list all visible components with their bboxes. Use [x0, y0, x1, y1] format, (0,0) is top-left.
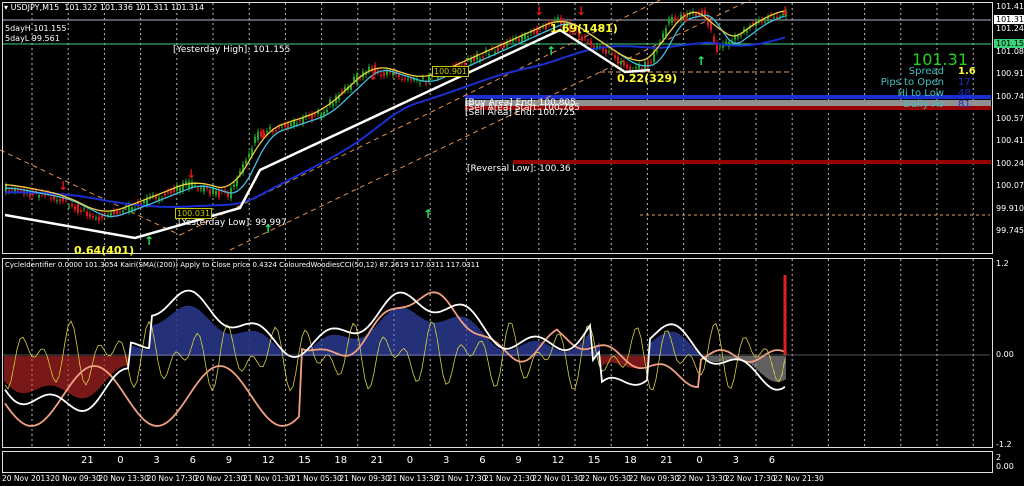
- reversal-low-label: [Reversal Low]: 100.36: [467, 164, 571, 174]
- swing-label-3: 0.22(329): [617, 72, 678, 85]
- date-label: 21 Nov 17:30: [435, 474, 487, 483]
- daily-av-value: 81: [958, 99, 971, 110]
- price-box-2: 100.901: [432, 66, 470, 77]
- price-tick: 100.575: [996, 114, 1024, 123]
- hour-label: 9: [515, 455, 522, 466]
- yesterday-low-label: [Yesterday Low]: 99.997: [178, 218, 287, 228]
- pips-to-open-label: Pips to Open: [880, 77, 944, 88]
- date-label: 22 Nov 21:30: [773, 474, 824, 483]
- hour-label: 9: [225, 455, 233, 466]
- price-tick: 101.410: [996, 2, 1024, 11]
- main-chart-pane[interactable]: [2, 2, 993, 254]
- date-label: 21 Nov 09:30: [339, 474, 390, 483]
- five-day-high: 5dayH 101.155: [5, 24, 67, 33]
- hour-label: 3: [732, 455, 739, 466]
- hour-label: 12: [262, 455, 275, 466]
- hour-label: 21: [660, 455, 673, 466]
- date-label: 22 Nov 13:30: [676, 474, 728, 483]
- price-tick: 101.080: [996, 46, 1024, 56]
- price-tick: 99.745: [996, 226, 1024, 235]
- symbol-label: USDJPY,M15: [10, 3, 60, 12]
- date-label: 22 Nov 09:30: [628, 474, 680, 483]
- swing-label-2: 1.69(1481): [550, 22, 618, 35]
- hour-label: 18: [624, 455, 637, 466]
- hour-label: 3: [153, 455, 160, 466]
- hour-label: 6: [479, 455, 486, 466]
- hour-label: 15: [587, 455, 601, 466]
- hour-label: 21: [81, 455, 94, 466]
- date-label: 20 Nov 17:30: [146, 474, 198, 483]
- price-tick: 100.745: [996, 91, 1024, 101]
- hi-to-low-value: 48: [958, 88, 971, 99]
- date-label: 20 Nov 2013: [2, 474, 51, 483]
- price-tick: 100.910: [996, 69, 1024, 79]
- spread-label: Spread: [908, 66, 944, 77]
- price-box-1: 100.031: [175, 208, 213, 219]
- hour-label: 3: [443, 455, 450, 466]
- hi-to-low-label: Hi to Low: [897, 88, 944, 99]
- chart-title: ▾ USDJPY,M15 101.322 101.336 101.311 101…: [4, 3, 205, 12]
- date-label: 22 Nov 05:30: [580, 474, 631, 483]
- date-label: 20 Nov 21:30: [194, 474, 246, 483]
- date-label: 22 Nov 17:30: [725, 474, 776, 483]
- date-label: 20 Nov 09:30: [50, 474, 101, 483]
- date-label: 21 Nov 21:30: [484, 474, 535, 483]
- date-label: 21 Nov 13:30: [387, 474, 439, 483]
- hour-label: 0: [406, 455, 414, 466]
- date-label: 22 Nov 01:30: [532, 474, 583, 483]
- hour-label: 15: [298, 455, 311, 466]
- indicator-pane[interactable]: [2, 258, 993, 448]
- price-tick: 100.075: [996, 181, 1024, 191]
- date-label: 21 Nov 05:30: [291, 474, 342, 483]
- daily-av-label: Daily Av: [903, 99, 944, 110]
- price-tick: 101.245: [996, 24, 1024, 34]
- hour-scale: [2, 451, 993, 473]
- price-tick: 100.410: [996, 136, 1024, 146]
- hour-label: 6: [768, 455, 776, 466]
- indicator-tick-bottom: -1.2: [996, 440, 1012, 449]
- ohlc-values: 101.322 101.336 101.311 101.314: [64, 3, 205, 12]
- indicator-tick-top: 1.2: [996, 259, 1009, 268]
- pips-to-open-value: 17: [958, 77, 971, 88]
- date-label: 20 Nov 13:30: [98, 474, 149, 483]
- current-price-marker: 101.314: [994, 15, 1024, 24]
- hour-label: 0: [117, 455, 124, 466]
- spread-value: 1.6: [958, 66, 976, 77]
- hour-scale-label-top: 2: [996, 453, 1002, 462]
- hour-label: 18: [334, 455, 348, 466]
- hour-scale-label-bottom: 0.00: [996, 462, 1014, 471]
- hour-label: 21: [370, 455, 384, 466]
- indicator-tick-zero: 0.00: [996, 350, 1014, 359]
- indicator-legend: CycleIdentifier 0.0000 101.3054 Kairi(SM…: [5, 261, 480, 269]
- yesterday-high-label: [Yesterday High]: 101.155: [173, 45, 291, 55]
- yesterday-high-marker: 101.155: [994, 39, 1024, 48]
- hour-label: 12: [551, 455, 565, 466]
- swing-label-1: 0.64(401): [74, 244, 135, 257]
- hour-label: 6: [189, 455, 196, 466]
- date-label: 21 Nov 01:30: [243, 474, 294, 483]
- five-day-low: 5dayL 99.561: [5, 34, 60, 43]
- hour-label: 0: [696, 455, 703, 466]
- price-tick: 100.245: [996, 158, 1024, 168]
- sell-area-end-label: [Sell Area] End: 100.725: [465, 108, 575, 118]
- price-tick: 99.910: [996, 203, 1024, 213]
